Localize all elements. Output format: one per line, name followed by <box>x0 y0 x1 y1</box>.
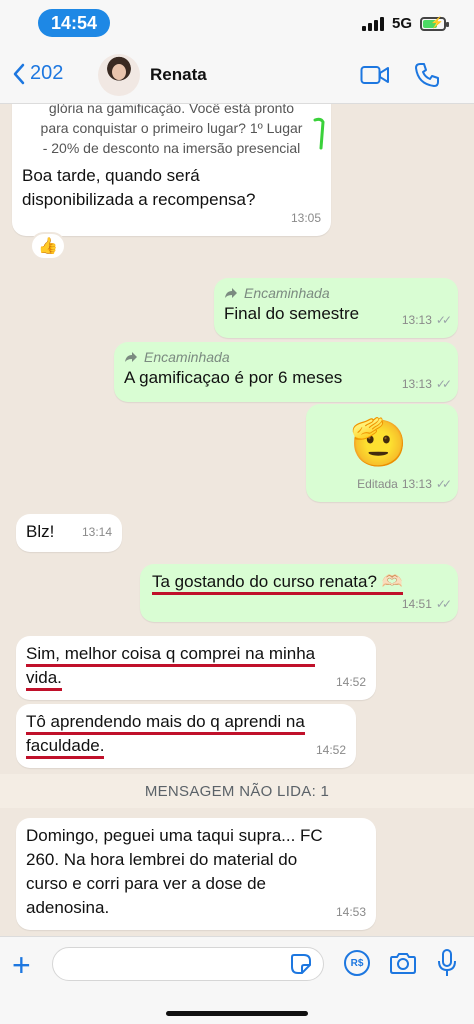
unread-separator: MENSAGEM NÃO LIDA: 1 <box>0 774 474 808</box>
message-incoming[interactable]: Sim, melhor coisa q comprei na minha vid… <box>16 636 376 700</box>
status-time: 14:54 <box>38 9 110 37</box>
message-time: 14:52 <box>335 675 366 689</box>
message-time: 13:13 ✓✓ <box>401 377 452 391</box>
composer-bar: + R$ <box>0 936 474 1024</box>
signal-icon <box>361 16 384 31</box>
green-mark <box>313 117 325 150</box>
message-time: 14:53 <box>335 905 366 919</box>
message-text: Domingo, peguei uma taqui supra... FC 26… <box>26 826 323 917</box>
message-text: Tô aprendendo mais do q aprendi na facul… <box>26 710 346 759</box>
message-time: 13:05 <box>290 211 321 225</box>
back-chevron-icon <box>13 63 25 84</box>
chat-area[interactable]: glória na gamificação. Você está pronto … <box>0 104 474 936</box>
message-text: A gamificaçao é por 6 meses <box>124 368 343 387</box>
message-incoming[interactable]: Blz! 13:14 <box>16 514 122 552</box>
sticker-icon[interactable] <box>290 953 312 975</box>
message-text: Sim, melhor coisa q comprei na minha vid… <box>26 642 366 691</box>
microphone-icon[interactable] <box>437 948 457 978</box>
home-indicator <box>166 1011 308 1016</box>
message-outgoing[interactable]: Encaminhada A gamificaçao é por 6 meses … <box>114 342 458 402</box>
forwarded-label: Encaminhada <box>224 284 448 302</box>
message-incoming[interactable]: glória na gamificação. Você está pronto … <box>12 104 331 236</box>
video-call-icon[interactable] <box>360 64 390 86</box>
forwarded-label: Encaminhada <box>124 348 448 366</box>
message-time: Editada 13:13 ✓✓ <box>357 472 452 496</box>
message-incoming[interactable]: Domingo, peguei uma taqui supra... FC 26… <box>16 818 376 930</box>
status-indicators: 5G ⚡ <box>361 15 449 32</box>
edited-label: Editada <box>357 477 398 491</box>
message-time: 13:13 ✓✓ <box>401 313 452 327</box>
status-bar: 14:54 5G ⚡ <box>0 0 474 48</box>
message-outgoing[interactable]: Encaminhada Final do semestre 13:13 ✓✓ <box>214 278 458 338</box>
forward-arrow-icon <box>225 288 237 298</box>
chat-header: 202 Renata <box>0 48 474 104</box>
phone-call-icon[interactable] <box>414 62 440 88</box>
forward-arrow-icon <box>125 352 137 362</box>
quoted-text: glória na gamificação. Você está pronto … <box>22 104 325 158</box>
payment-icon[interactable]: R$ <box>344 950 370 976</box>
salute-emoji: 🫡 <box>350 416 408 468</box>
plus-icon[interactable]: + <box>12 949 31 981</box>
back-button[interactable]: 202 <box>12 62 63 85</box>
message-time: 14:51 ✓✓ <box>401 597 452 611</box>
message-time: 13:14 <box>81 525 112 539</box>
reaction-badge[interactable]: 👍 <box>30 232 66 260</box>
unread-chats-count: 202 <box>30 62 64 84</box>
contact-name[interactable]: Renata <box>150 65 207 85</box>
battery-icon: ⚡ <box>420 16 449 31</box>
message-outgoing[interactable]: Ta gostando do curso renata? 🫶🏻 14:51 ✓✓ <box>140 564 458 622</box>
message-text: Boa tarde, quando será disponibilizada a… <box>22 166 256 209</box>
message-outgoing[interactable]: 🫡 Editada 13:13 ✓✓ <box>306 404 458 502</box>
message-text: Ta gostando do curso renata? 🫶🏻 <box>150 570 448 595</box>
message-input[interactable] <box>52 947 324 981</box>
message-incoming[interactable]: Tô aprendendo mais do q aprendi na facul… <box>16 704 356 768</box>
camera-icon[interactable] <box>389 951 417 975</box>
network-type: 5G <box>391 15 412 32</box>
message-time: 14:52 <box>315 743 346 757</box>
avatar[interactable] <box>98 54 140 96</box>
